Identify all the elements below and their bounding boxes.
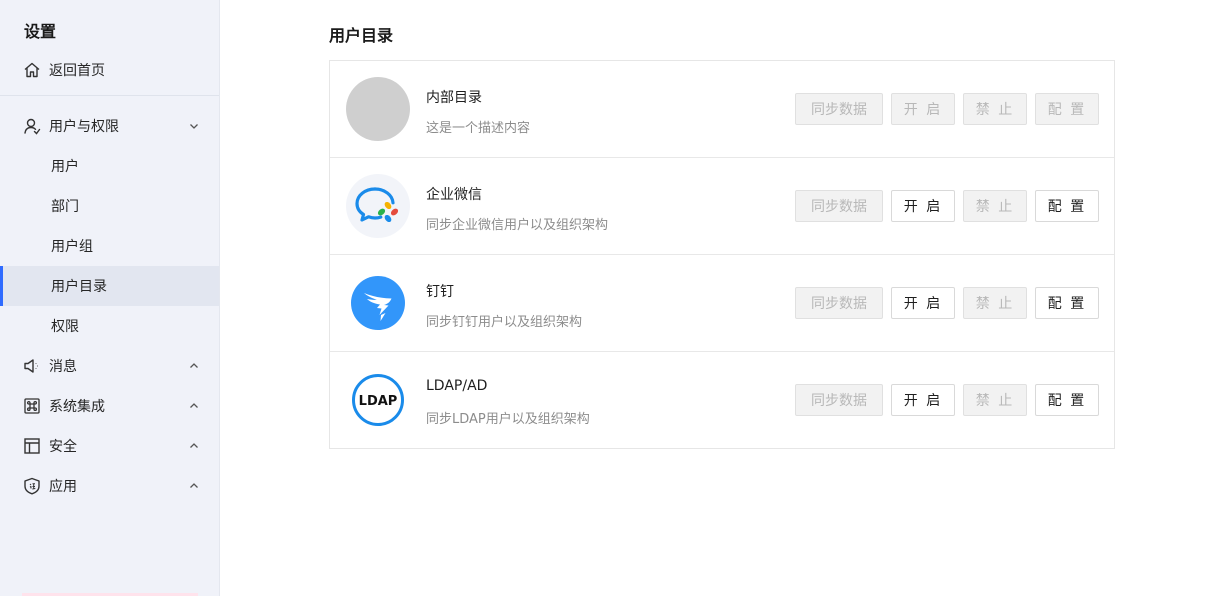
directory-row-dingtalk: 钉钉 同步钉钉用户以及组织架构 同步数据 开 启 禁 止 配 置 [330, 255, 1114, 352]
dingtalk-logo [346, 271, 410, 335]
sync-data-button[interactable]: 同步数据 [795, 93, 883, 125]
directory-row-ldap: LDAP LDAP/AD 同步LDAP用户以及组织架构 同步数据 开 启 禁 止… [330, 352, 1114, 449]
disable-button[interactable]: 禁 止 [963, 384, 1027, 416]
sidebar-group-system-integration[interactable]: 系统集成 [0, 386, 219, 426]
sync-data-button[interactable]: 同步数据 [795, 190, 883, 222]
sync-data-button[interactable]: 同步数据 [795, 384, 883, 416]
sidebar-item-users[interactable]: 用户 [0, 146, 219, 186]
directory-description: 同步LDAP用户以及组织架构 [426, 412, 590, 427]
sidebar-item-label: 用户目录 [51, 279, 107, 295]
sidebar-group-messages[interactable]: 消息 [0, 346, 219, 386]
directory-row-wecom: 企业微信 同步企业微信用户以及组织架构 同步数据 开 启 禁 止 配 置 [330, 158, 1114, 255]
sidebar-group-security[interactable]: 安全 [0, 426, 219, 466]
ldap-logo: LDAP [346, 368, 410, 432]
sidebar-divider [0, 95, 219, 96]
chevron-up-icon [188, 400, 200, 412]
command-icon [23, 397, 41, 415]
chevron-up-icon [188, 480, 200, 492]
enable-button[interactable]: 开 启 [891, 384, 955, 416]
user-icon [23, 117, 41, 135]
sidebar-group-label: 用户与权限 [49, 119, 119, 135]
sidebar-group-label: 安全 [49, 439, 77, 455]
enable-button[interactable]: 开 启 [891, 287, 955, 319]
shield-icon [23, 477, 41, 495]
sidebar-group-label: 消息 [49, 359, 77, 375]
home-icon [23, 61, 41, 79]
sidebar-item-permissions[interactable]: 权限 [0, 306, 219, 346]
sidebar-group-apps[interactable]: 应用 [0, 466, 219, 506]
sidebar-title: 设置 [24, 22, 57, 41]
disable-button[interactable]: 禁 止 [963, 93, 1027, 125]
directory-row-internal: 内部目录 这是一个描述内容 同步数据 开 启 禁 止 配 置 [330, 61, 1114, 158]
directory-list: 内部目录 这是一个描述内容 同步数据 开 启 禁 止 配 置 企业微信 同步企业… [329, 60, 1115, 449]
sidebar: 设置 返回首页 用户与权限 用户 部门 用户组 用户目录 权限 消息 系统集成 … [0, 0, 220, 596]
config-button[interactable]: 配 置 [1035, 93, 1099, 125]
wecom-logo [346, 174, 410, 238]
sidebar-item-label: 用户组 [51, 239, 93, 255]
placeholder-logo [346, 77, 410, 141]
sidebar-item-label: 用户 [51, 159, 79, 175]
enable-button[interactable]: 开 启 [891, 190, 955, 222]
sidebar-item-departments[interactable]: 部门 [0, 186, 219, 226]
directory-name: 钉钉 [426, 284, 454, 300]
config-button[interactable]: 配 置 [1035, 190, 1099, 222]
sidebar-item-label: 部门 [51, 199, 79, 215]
directory-name: 企业微信 [426, 187, 482, 203]
chevron-down-icon [188, 120, 200, 132]
back-home-label: 返回首页 [49, 63, 105, 79]
directory-name: LDAP/AD [426, 378, 488, 394]
directory-description: 同步钉钉用户以及组织架构 [426, 315, 583, 330]
directory-description: 同步企业微信用户以及组织架构 [426, 218, 609, 233]
layout-icon [23, 437, 41, 455]
sidebar-group-label: 应用 [49, 479, 77, 495]
chevron-up-icon [188, 440, 200, 452]
speaker-icon [23, 357, 41, 375]
sidebar-item-label: 权限 [51, 319, 79, 335]
sidebar-group-users-permissions[interactable]: 用户与权限 [0, 106, 219, 146]
back-home-link[interactable]: 返回首页 [0, 50, 219, 90]
enable-button[interactable]: 开 启 [891, 93, 955, 125]
chevron-up-icon [188, 360, 200, 372]
config-button[interactable]: 配 置 [1035, 287, 1099, 319]
ldap-logo-text: LDAP [359, 394, 398, 409]
sidebar-item-user-directory[interactable]: 用户目录 [0, 266, 219, 306]
page-title: 用户目录 [329, 26, 394, 45]
disable-button[interactable]: 禁 止 [963, 190, 1027, 222]
directory-name: 内部目录 [426, 90, 482, 106]
directory-description: 这是一个描述内容 [426, 121, 531, 136]
sidebar-group-label: 系统集成 [49, 399, 105, 415]
sync-data-button[interactable]: 同步数据 [795, 287, 883, 319]
disable-button[interactable]: 禁 止 [963, 287, 1027, 319]
sidebar-item-user-groups[interactable]: 用户组 [0, 226, 219, 266]
config-button[interactable]: 配 置 [1035, 384, 1099, 416]
